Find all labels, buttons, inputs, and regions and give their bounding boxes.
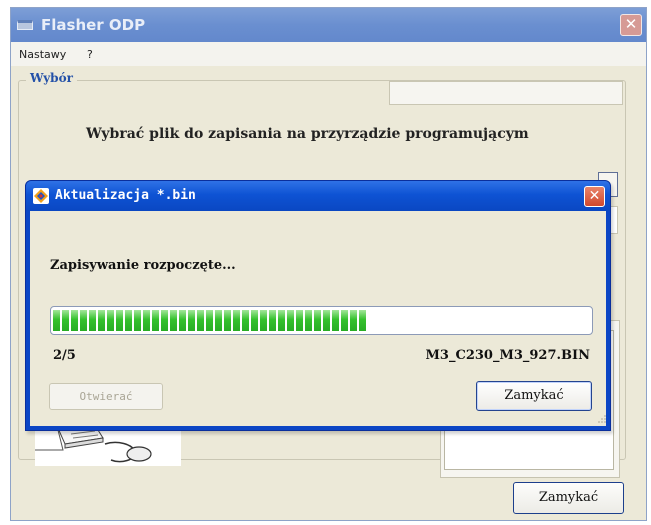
progress-segment xyxy=(296,310,303,331)
progress-segment xyxy=(197,310,204,331)
progress-segment xyxy=(53,310,60,331)
dialog-titlebar[interactable]: Aktualizacja *.bin ✕ xyxy=(26,181,610,211)
progress-segment xyxy=(278,310,285,331)
progress-segment xyxy=(215,310,222,331)
progress-segment xyxy=(62,310,69,331)
menu-bar: Nastawy ? xyxy=(11,42,646,66)
app-logo-icon xyxy=(33,188,49,204)
progress-segment xyxy=(161,310,168,331)
dialog-close-icon[interactable]: ✕ xyxy=(584,186,605,207)
progress-segment xyxy=(206,310,213,331)
status-text: Zapisywanie rozpoczęte... xyxy=(50,258,236,273)
main-titlebar[interactable]: Flasher ODP ✕ xyxy=(11,8,646,42)
progress-segment xyxy=(179,310,186,331)
progress-segment xyxy=(350,310,357,331)
progress-segment xyxy=(134,310,141,331)
progress-segment xyxy=(188,310,195,331)
dialog-close-button[interactable]: Zamykać xyxy=(476,381,592,411)
progress-segment xyxy=(143,310,150,331)
progress-segment xyxy=(359,310,366,331)
progress-segment xyxy=(287,310,294,331)
app-window-icon xyxy=(17,20,33,30)
progress-segment xyxy=(116,310,123,331)
progress-segment xyxy=(314,310,321,331)
file-count: 2/5 xyxy=(53,348,76,363)
open-button[interactable]: Otwierać xyxy=(49,383,163,410)
progress-segment xyxy=(251,310,258,331)
progress-segment xyxy=(233,310,240,331)
progress-segment xyxy=(224,310,231,331)
progress-segment xyxy=(332,310,339,331)
progress-segment xyxy=(89,310,96,331)
resize-grip-icon[interactable] xyxy=(597,414,607,424)
progress-segment xyxy=(341,310,348,331)
progress-segment xyxy=(98,310,105,331)
progress-segment xyxy=(125,310,132,331)
file-path-field[interactable] xyxy=(389,81,623,105)
progress-segment xyxy=(71,310,78,331)
progress-segment xyxy=(152,310,159,331)
menu-nastawy[interactable]: Nastawy xyxy=(19,48,66,61)
file-name: M3_C230_M3_927.BIN xyxy=(425,348,590,363)
progress-segment xyxy=(305,310,312,331)
dialog-title: Aktualizacja *.bin xyxy=(55,188,196,203)
instruction-text: Wybrać plik do zapisania na przyrządzie … xyxy=(86,126,529,142)
progress-segment xyxy=(107,310,114,331)
progress-segment xyxy=(260,310,267,331)
progress-segment xyxy=(242,310,249,331)
menu-help[interactable]: ? xyxy=(87,48,93,61)
progress-segment xyxy=(269,310,276,331)
main-close-icon[interactable]: ✕ xyxy=(620,14,642,36)
group-label: Wybór xyxy=(26,71,77,85)
progress-bar xyxy=(50,306,593,335)
main-window-title: Flasher ODP xyxy=(41,16,146,34)
main-close-button[interactable]: Zamykać xyxy=(513,482,624,514)
progress-segment xyxy=(80,310,87,331)
progress-segment xyxy=(170,310,177,331)
progress-segment xyxy=(323,310,330,331)
